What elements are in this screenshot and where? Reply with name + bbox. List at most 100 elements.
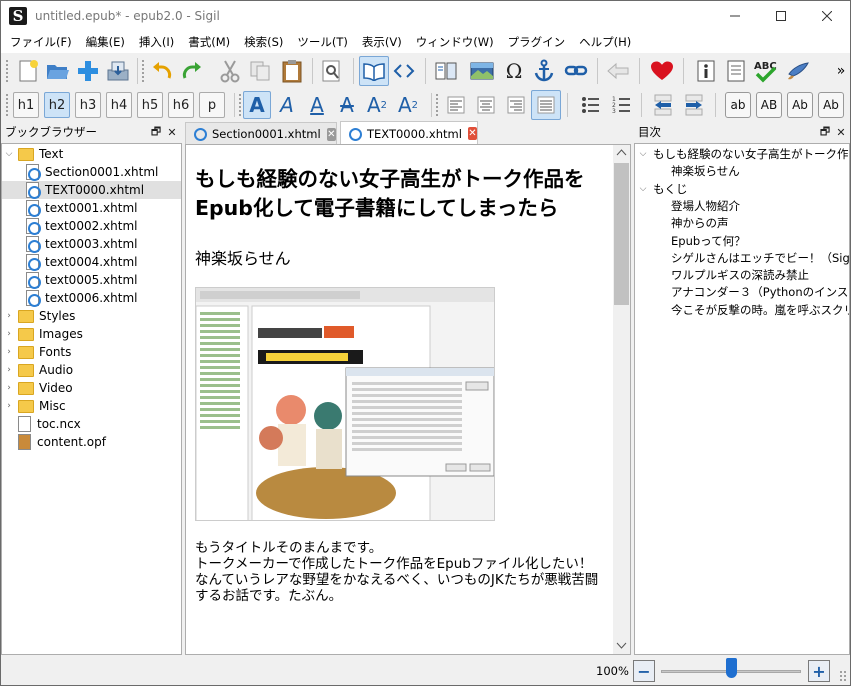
tree-item[interactable]: ⌵ Text (2, 145, 181, 163)
collapse-arrow-icon[interactable]: › (3, 365, 15, 375)
tab-close-icon[interactable]: ✕ (326, 127, 336, 141)
toc-item[interactable]: ワルプルギスの深読み禁止 (635, 266, 849, 284)
uppercase-button[interactable]: AB (756, 92, 782, 118)
toolbar-grip[interactable] (5, 59, 9, 83)
heading-h4-button[interactable]: h4 (106, 92, 132, 118)
minimize-button[interactable] (712, 1, 758, 31)
scroll-down-arrow-icon[interactable] (616, 641, 627, 651)
align-center-button[interactable] (471, 90, 501, 120)
tree-item[interactable]: › Audio (2, 361, 181, 379)
menu-search[interactable]: 検索(S) (237, 31, 290, 53)
toc-item[interactable]: 登場人物紹介 (635, 197, 849, 215)
save-button[interactable] (103, 56, 133, 86)
decrease-indent-button[interactable] (648, 90, 678, 120)
tree-item[interactable]: content.opf (2, 433, 181, 451)
tree-item[interactable]: › Styles (2, 307, 181, 325)
strikethrough-button[interactable]: A (333, 91, 361, 119)
toolbar-grip[interactable] (5, 93, 9, 117)
expand-arrow-icon[interactable]: ⌵ (637, 184, 649, 194)
toolbar-grip[interactable] (435, 93, 439, 117)
menu-file[interactable]: ファイル(F) (3, 31, 79, 53)
clean-source-button[interactable] (783, 56, 813, 86)
document-body-text[interactable]: もうタイトルそのまんまです。 トークメーカーで作成したトーク作品をEpubファイ… (195, 540, 605, 604)
underline-button[interactable]: A (303, 91, 331, 119)
increase-indent-button[interactable] (679, 90, 709, 120)
menu-tools[interactable]: ツール(T) (290, 31, 355, 53)
lowercase-button[interactable]: ab (725, 92, 751, 118)
menu-window[interactable]: ウィンドウ(W) (409, 31, 501, 53)
metadata-button[interactable] (721, 56, 751, 86)
spellcheck-button[interactable]: ABC (751, 56, 781, 86)
collapse-arrow-icon[interactable]: › (3, 311, 15, 321)
tree-item[interactable]: toc.ncx (2, 415, 181, 433)
tree-item[interactable]: › Video (2, 379, 181, 397)
tab-text0000[interactable]: TEXT0000.xhtml ✕ (340, 121, 478, 145)
book-view-button[interactable] (359, 56, 389, 86)
panel-close-icon[interactable]: ✕ (165, 124, 179, 140)
paragraph-button[interactable]: p (199, 92, 225, 118)
toc-item[interactable]: Epubって何？ (635, 232, 849, 250)
collapse-arrow-icon[interactable]: › (3, 329, 15, 339)
document-author[interactable]: 神楽坂らせん (195, 245, 291, 269)
toc-item[interactable]: ⌵ もくじ (635, 180, 849, 198)
superscript-button[interactable]: A2 (394, 91, 422, 119)
go-back-button[interactable] (603, 56, 633, 86)
align-right-button[interactable] (501, 90, 531, 120)
paste-button[interactable] (277, 56, 307, 86)
toc-item[interactable]: アナコンダー３（Pythonのインストー... (635, 283, 849, 301)
tree-item[interactable]: text0003.xhtml (2, 235, 181, 253)
heading-h2-button[interactable]: h2 (44, 92, 70, 118)
insert-link-button[interactable] (561, 56, 591, 86)
heading-h6-button[interactable]: h6 (168, 92, 194, 118)
new-file-button[interactable] (13, 56, 43, 86)
tab-section0001[interactable]: Section0001.xhtml ✕ (185, 122, 337, 145)
zoom-slider-thumb[interactable] (726, 658, 737, 678)
tree-item[interactable]: text0004.xhtml (2, 253, 181, 271)
toc-item[interactable]: 神楽坂らせん (635, 162, 849, 180)
scroll-up-arrow-icon[interactable] (616, 147, 627, 157)
zoom-out-button[interactable]: − (633, 660, 655, 682)
editor-scrollbar-thumb[interactable] (614, 163, 629, 305)
italic-button[interactable]: A (273, 91, 301, 119)
heading-h5-button[interactable]: h5 (137, 92, 163, 118)
insert-anchor-button[interactable] (529, 56, 559, 86)
add-button[interactable] (73, 56, 103, 86)
insert-special-char-button[interactable]: Ω (499, 56, 529, 86)
redo-button[interactable] (177, 56, 207, 86)
zoom-in-button[interactable]: + (808, 660, 830, 682)
expand-arrow-icon[interactable]: ⌵ (637, 149, 649, 159)
collapse-arrow-icon[interactable]: › (3, 347, 15, 357)
heading-h3-button[interactable]: h3 (75, 92, 101, 118)
menu-view[interactable]: 表示(V) (355, 31, 409, 53)
menu-plugins[interactable]: プラグイン (501, 31, 573, 53)
expand-arrow-icon[interactable]: ⌵ (3, 149, 15, 159)
insert-image-button[interactable] (467, 56, 497, 86)
open-button[interactable] (43, 56, 73, 86)
tree-item[interactable]: text0002.xhtml (2, 217, 181, 235)
tab-close-icon[interactable]: ✕ (467, 127, 477, 140)
collapse-arrow-icon[interactable]: › (3, 401, 15, 411)
maximize-button[interactable] (758, 1, 804, 31)
book-view-editor[interactable]: もしも経験のない女子高生がトーク作品をEpub化して電子書籍にしてしまったら 神… (185, 144, 631, 655)
cut-button[interactable] (215, 56, 245, 86)
resize-grip[interactable] (839, 670, 847, 682)
undo-button[interactable] (147, 56, 177, 86)
toolbar-grip[interactable] (238, 93, 242, 117)
donate-button[interactable] (647, 56, 677, 86)
align-left-button[interactable] (441, 90, 471, 120)
undock-icon[interactable]: 🗗 (149, 124, 163, 140)
book-info-button[interactable] (691, 56, 721, 86)
split-view-button[interactable] (431, 56, 461, 86)
toolbar-overflow-button[interactable]: » (833, 56, 849, 86)
tree-item[interactable]: text0005.xhtml (2, 271, 181, 289)
subscript-button[interactable]: A2 (363, 91, 391, 119)
document-title[interactable]: もしも経験のない女子高生がトーク作品をEpub化して電子書籍にしてしまったら (195, 165, 605, 223)
bullet-list-button[interactable] (575, 90, 605, 120)
titlecase-button[interactable]: Ab (787, 92, 813, 118)
toc-item[interactable]: 今こそが反撃の時。嵐を呼ぶスクリ... (635, 301, 849, 319)
panel-close-icon[interactable]: ✕ (834, 124, 848, 140)
menu-insert[interactable]: 挿入(I) (132, 31, 181, 53)
bold-button[interactable]: A (243, 91, 271, 119)
tree-item[interactable]: text0001.xhtml (2, 199, 181, 217)
menu-help[interactable]: ヘルプ(H) (572, 31, 638, 53)
